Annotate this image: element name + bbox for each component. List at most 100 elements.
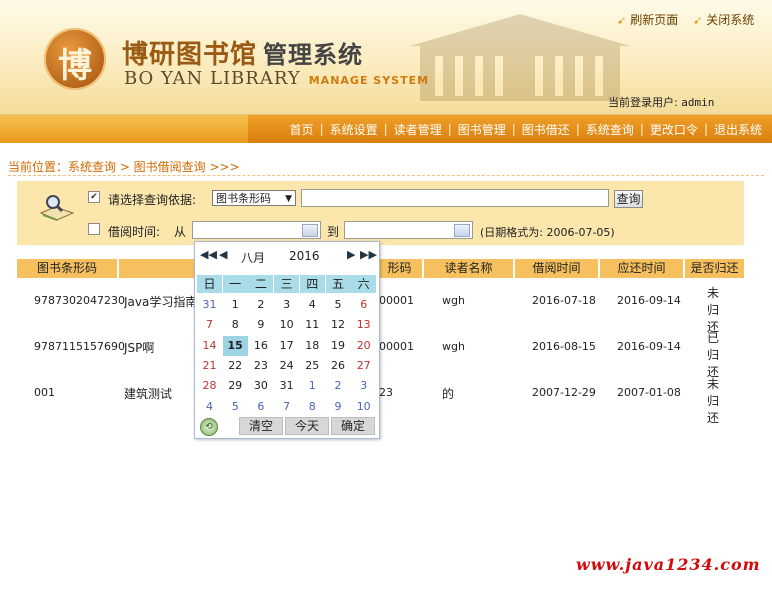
nav-book-lending[interactable]: 图书借还 (522, 121, 570, 138)
weekday-header: 一 (222, 275, 248, 293)
cell-borrow-date: 2007-12-29 (532, 386, 596, 399)
site-watermark: www.java1234.com (576, 555, 761, 574)
main-nav: 首页 | 系统设置 | 读者管理 | 图书管理 | 图书借还 | 系统查询 | 更改口令 | … (0, 115, 772, 143)
chevron-down-icon: ▼ (285, 194, 292, 204)
calendar-day[interactable]: 31 (274, 376, 299, 396)
calendar-day[interactable]: 20 (351, 336, 376, 356)
calendar-day[interactable]: 19 (326, 336, 351, 356)
calendar-day[interactable]: 2 (248, 295, 273, 315)
calendar-day[interactable]: 2 (326, 376, 351, 396)
weekday-header: 三 (274, 275, 300, 293)
calendar-day[interactable]: 30 (248, 376, 273, 396)
table-header: 图书条形码 形码 读者名称 借阅时间 应还时间 是否归还 (17, 259, 744, 278)
next-year-icon[interactable]: ▶▶ (360, 248, 377, 261)
nav-change-password[interactable]: 更改口令 (650, 121, 698, 138)
calendar-day[interactable]: 3 (351, 376, 376, 396)
from-label: 从 (174, 225, 187, 239)
cell-book-name: Java学习指南 (124, 295, 194, 309)
confirm-button[interactable]: 确定 (331, 417, 375, 435)
prev-year-icon[interactable]: ◀◀ (200, 248, 217, 261)
search-input[interactable] (301, 189, 609, 207)
nav-reader-management[interactable]: 读者管理 (394, 121, 442, 138)
breadcrumb: 当前位置：系统查询 > 图书借阅查询 >>> (8, 160, 240, 174)
calendar-day[interactable]: 26 (326, 356, 351, 376)
nav-home[interactable]: 首页 (290, 121, 314, 138)
calendar-day[interactable]: 13 (351, 315, 376, 335)
calendar-day[interactable]: 1 (223, 295, 248, 315)
calendar-day[interactable]: 6 (248, 397, 273, 417)
calendar-day[interactable]: 12 (326, 315, 351, 335)
cell-reader-name: 的 (442, 387, 455, 401)
cell-returned: 未归还 (707, 286, 720, 334)
date-format-hint: (日期格式为: 2006-07-05) (480, 226, 615, 239)
calendar-day[interactable]: 23 (248, 356, 273, 376)
nav-logout[interactable]: 退出系统 (714, 121, 762, 138)
calendar-day[interactable]: 24 (274, 356, 299, 376)
nav-book-management[interactable]: 图书管理 (458, 121, 506, 138)
cell-barcode: 9787302047230 (34, 294, 125, 307)
weekday-header: 日 (197, 275, 222, 293)
next-month-icon[interactable]: ▶ (347, 248, 355, 261)
arrow-icon: ➹ (617, 14, 627, 27)
search-button[interactable]: 查询 (614, 190, 643, 208)
calendar-day[interactable]: 17 (274, 336, 299, 356)
cell-barcode: 9787115157690 (34, 340, 125, 353)
calendar-month[interactable]: 八月 (241, 249, 265, 266)
calendar-icon[interactable] (302, 224, 318, 237)
to-date-input[interactable] (344, 221, 473, 239)
calendar-day[interactable]: 31 (197, 295, 222, 315)
calendar-day[interactable]: 7 (274, 397, 299, 417)
col-header-borrow-date: 借阅时间 (515, 259, 598, 278)
calendar-day[interactable]: 10 (351, 397, 376, 417)
calendar-day[interactable]: 5 (326, 295, 351, 315)
search-book-icon (39, 195, 75, 221)
calendar-day[interactable]: 25 (300, 356, 325, 376)
prev-month-icon[interactable]: ◀ (219, 248, 227, 261)
calendar-footer: ⟲ 清空 今天 确定 (197, 417, 377, 436)
cell-book-name: JSP啊 (124, 341, 155, 355)
arrow-icon: ➹ (693, 14, 703, 27)
criteria-select[interactable]: 图书条形码 ▼ (212, 190, 296, 206)
cell-borrow-date: 2016-07-18 (532, 294, 596, 307)
weekday-header: 四 (299, 275, 325, 293)
weekday-header: 六 (351, 275, 377, 293)
calendar-day[interactable]: 9 (248, 315, 273, 335)
calendar-day[interactable]: 18 (300, 336, 325, 356)
calendar-day[interactable]: 9 (326, 397, 351, 417)
nav-system-settings[interactable]: 系统设置 (330, 121, 378, 138)
calendar-day[interactable]: 15 (222, 335, 248, 356)
calendar-day[interactable]: 16 (248, 336, 273, 356)
calendar-icon[interactable] (454, 224, 470, 237)
calendar-day[interactable]: 5 (223, 397, 248, 417)
calendar-day[interactable]: 3 (274, 295, 299, 315)
library-building-illustration (410, 14, 630, 101)
calendar-day[interactable]: 14 (197, 336, 222, 356)
calendar-day[interactable]: 11 (300, 315, 325, 335)
calendar-day[interactable]: 8 (300, 397, 325, 417)
calendar-day[interactable]: 6 (351, 295, 376, 315)
calendar-day[interactable]: 21 (197, 356, 222, 376)
page-header: 博 博研图书馆 管理系统 BO YAN LIBRARY MANAGE SYSTEM … (0, 0, 772, 115)
calendar-day[interactable]: 22 (223, 356, 248, 376)
from-date-input[interactable] (192, 221, 321, 239)
date-checkbox[interactable] (88, 223, 100, 235)
date-label: 借阅时间: (108, 225, 161, 239)
calendar-day[interactable]: 28 (197, 376, 222, 396)
calendar-day[interactable]: 4 (197, 397, 222, 417)
criteria-checkbox[interactable]: ✔ (88, 191, 100, 203)
calendar-day[interactable]: 10 (274, 315, 299, 335)
calendar-day[interactable]: 1 (300, 376, 325, 396)
clock-icon[interactable]: ⟲ (200, 418, 218, 436)
clear-button[interactable]: 清空 (239, 417, 283, 435)
today-button[interactable]: 今天 (285, 417, 329, 435)
calendar-day[interactable]: 7 (197, 315, 222, 335)
close-system-link[interactable]: ➹ 关闭系统 (693, 11, 754, 28)
calendar-day[interactable]: 27 (351, 356, 376, 376)
calendar-day[interactable]: 4 (300, 295, 325, 315)
nav-system-query[interactable]: 系统查询 (586, 121, 634, 138)
calendar-day[interactable]: 29 (223, 376, 248, 396)
calendar-day[interactable]: 8 (223, 315, 248, 335)
calendar-year[interactable]: 2016 (289, 249, 320, 263)
current-user: 当前登录用户: admin (608, 96, 715, 109)
refresh-page-link[interactable]: ➹ 刷新页面 (617, 11, 678, 28)
